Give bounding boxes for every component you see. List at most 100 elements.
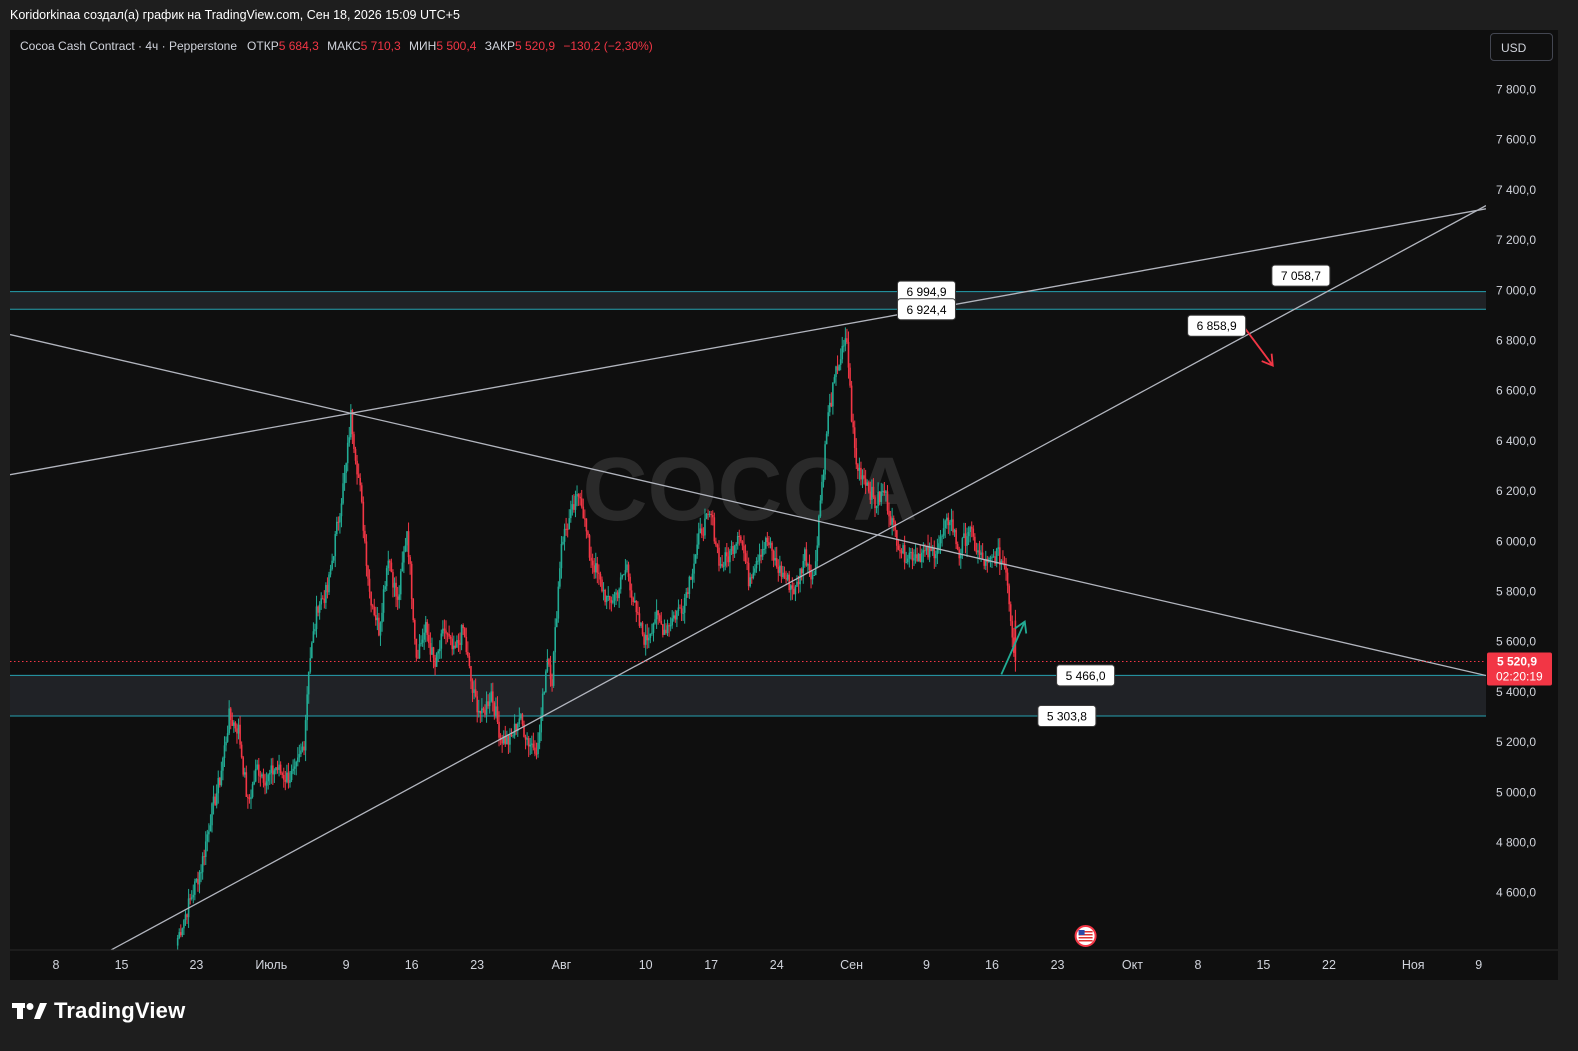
candle-body — [660, 620, 663, 625]
candle-body — [448, 633, 450, 637]
candle-body — [297, 757, 299, 762]
y-tick-label: 7 200,0 — [1496, 233, 1536, 247]
candle-body — [974, 536, 976, 551]
price-label-text: 7 058,7 — [1281, 269, 1321, 283]
candle-body — [961, 538, 964, 553]
candle-body — [181, 928, 184, 936]
candle-body — [885, 491, 887, 493]
candle-body — [637, 612, 639, 614]
candle-body — [300, 750, 302, 755]
candle-body — [253, 781, 255, 785]
x-tick-label: 9 — [923, 958, 930, 972]
price-label[interactable]: 5 466,0 — [1056, 664, 1116, 687]
x-tick-label: 8 — [1194, 958, 1201, 972]
candle-body — [387, 560, 390, 569]
us-flag-icon[interactable] — [1074, 925, 1097, 947]
candle-body — [760, 554, 762, 557]
candle-body — [707, 513, 709, 515]
candle-body — [978, 550, 981, 555]
price-label-text: 6 924,4 — [906, 303, 946, 317]
candle-body — [456, 640, 458, 648]
price-chart[interactable]: COCOA 6 994,9 6 924,4 7 058,7 6 858,9 5 466,0… — [0, 0, 1578, 1051]
candle-body — [715, 541, 717, 545]
candle-body — [685, 592, 688, 599]
candle-body — [278, 764, 280, 770]
candle-body — [180, 932, 182, 936]
candle-body — [200, 872, 202, 874]
candle-body — [320, 598, 322, 605]
candle-body — [543, 692, 546, 694]
candle-body — [591, 560, 594, 566]
price-label[interactable]: 5 303,8 — [1037, 705, 1097, 728]
candle-body — [900, 551, 903, 554]
candle-body — [554, 627, 556, 653]
candle-body — [853, 427, 856, 448]
candle-body — [662, 624, 664, 635]
candle-body — [468, 656, 471, 667]
candle-body — [206, 834, 209, 842]
candle-body — [624, 570, 627, 575]
trendline[interactable] — [10, 205, 1486, 1005]
y-tick-label: 5 400,0 — [1496, 685, 1536, 699]
candle-body — [225, 741, 227, 746]
x-tick-label: Авг — [552, 958, 572, 972]
candle-body — [582, 506, 585, 519]
candle-body — [359, 477, 361, 486]
candle-body — [838, 364, 840, 371]
price-label-text: 6 858,9 — [1197, 319, 1237, 333]
candle-body — [438, 648, 441, 652]
price-label[interactable]: 6 924,4 — [896, 298, 956, 321]
candle-body — [367, 565, 369, 579]
candle-body — [365, 541, 368, 566]
candle-body — [265, 781, 268, 786]
candle-body — [201, 856, 204, 873]
candle-body — [272, 765, 274, 775]
candle-body — [414, 620, 416, 639]
candle-body — [186, 914, 188, 918]
candle-body — [847, 342, 850, 368]
candle-body — [259, 775, 262, 777]
candle-body — [794, 586, 797, 595]
candle-body — [989, 557, 992, 559]
us-flag-canton — [1078, 930, 1085, 935]
candle-body — [964, 533, 967, 546]
candle-body — [835, 366, 837, 378]
candle-body — [420, 642, 422, 645]
y-tick-label: 7 600,0 — [1496, 133, 1536, 147]
candle-body — [479, 710, 482, 714]
trendline[interactable] — [10, 208, 1486, 476]
price-label[interactable]: 6 858,9 — [1187, 314, 1247, 337]
price-label[interactable]: 7 058,7 — [1271, 264, 1331, 287]
candle-body — [860, 467, 862, 480]
candle-body — [980, 552, 982, 555]
candle-body — [318, 604, 321, 613]
candle-body — [520, 714, 522, 719]
trendline[interactable] — [10, 333, 1486, 677]
candle-body — [510, 734, 513, 737]
candle-body — [938, 543, 940, 549]
candle-body — [872, 486, 875, 498]
candle-body — [877, 491, 879, 507]
candle-body — [295, 761, 298, 767]
y-tick-label: 5 000,0 — [1496, 785, 1536, 799]
candle-body — [189, 898, 191, 900]
candle-body — [1005, 566, 1007, 573]
tradingview-logo[interactable]: TradingView — [12, 998, 185, 1024]
candle-body — [228, 708, 230, 734]
candle-body — [204, 841, 207, 857]
candle-body — [735, 543, 737, 546]
candle-body — [668, 625, 670, 627]
candle-body — [521, 714, 524, 725]
candle-body — [429, 643, 432, 655]
candle-body — [694, 555, 697, 564]
candle-body — [892, 518, 895, 523]
candle-body — [623, 574, 625, 576]
candle-body — [247, 796, 249, 799]
candle-body — [754, 568, 756, 573]
candle-body — [268, 772, 271, 775]
candle-body — [245, 772, 248, 797]
candle-body — [618, 589, 620, 599]
candle-body — [844, 338, 847, 346]
candle-body — [552, 652, 555, 686]
candle-body — [524, 736, 527, 740]
